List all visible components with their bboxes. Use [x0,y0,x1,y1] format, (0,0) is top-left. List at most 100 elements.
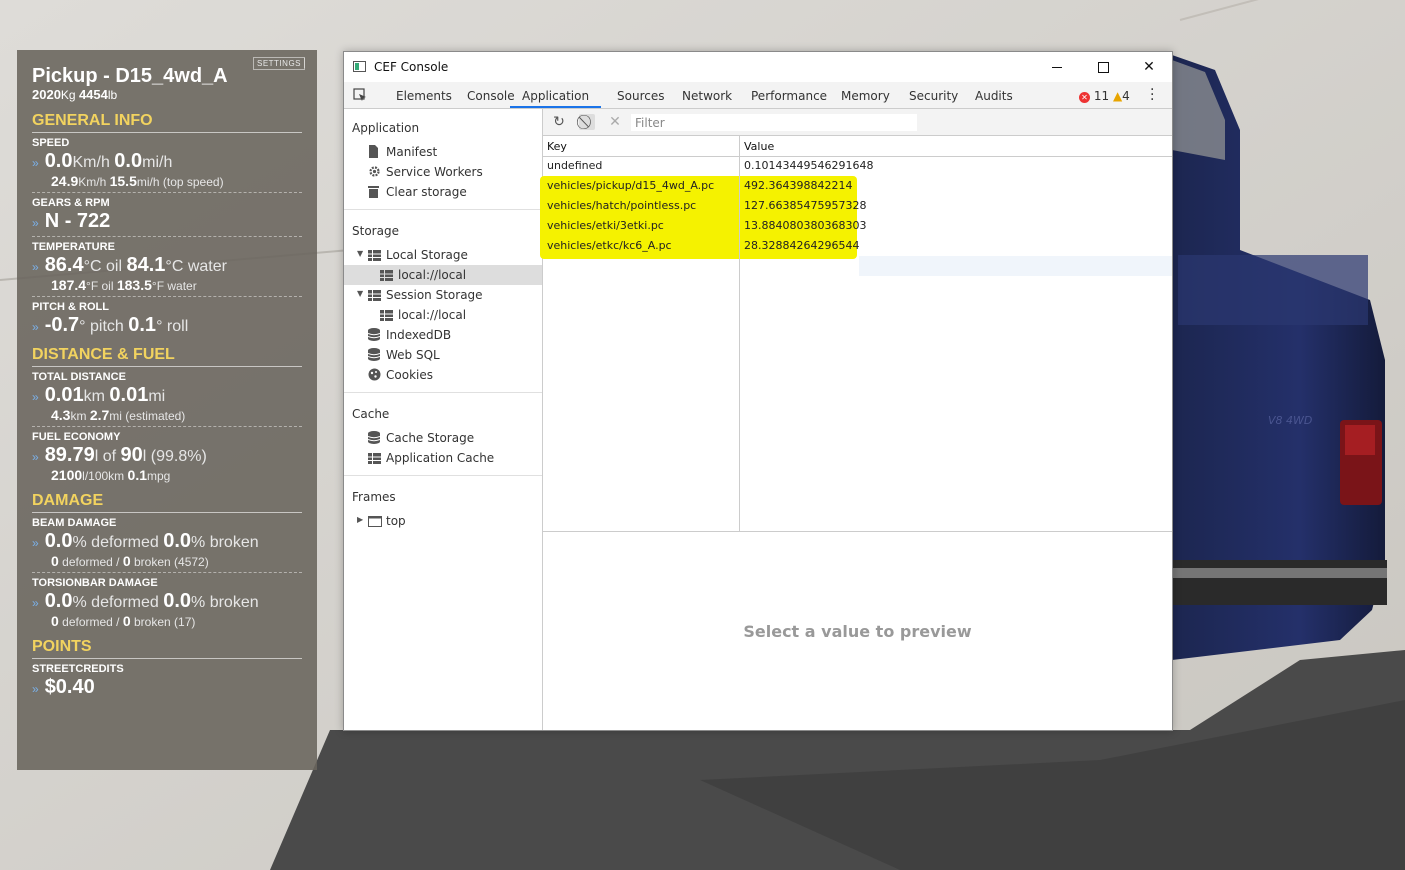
chevron-icon: » [32,156,39,170]
total-distance-item: TOTAL DISTANCE » 0.01km 0.01mi 4.3km 2.7m… [32,371,302,427]
sidebar-item-clear-storage[interactable]: Clear storage [368,182,467,202]
temperature-item: TEMPERATURE » 86.4°C oil 84.1°C water 187… [32,241,302,297]
tab-application[interactable]: Application [510,82,602,108]
sidebar-header-cache: Cache [352,407,390,421]
sidebar-item-local-storage-origin[interactable]: local://local [344,265,542,285]
tab-audits[interactable]: Audits [975,82,1013,108]
more-options-icon[interactable]: · · · [1150,83,1154,107]
clear-all-icon[interactable]: ⃠ [579,114,595,130]
app-icon [353,61,366,72]
tab-console[interactable]: Console [467,82,515,108]
tab-sources[interactable]: Sources [617,82,664,108]
storage-toolbar: ↻ ⃠ ✕ [543,109,1172,136]
sidebar-item-frame-top[interactable]: top [368,511,406,531]
chevron-icon: » [32,320,39,334]
sidebar-item-indexeddb[interactable]: IndexedDB [367,325,451,345]
empty-row [859,256,1172,276]
sidebar-item-cookies[interactable]: Cookies [368,365,433,385]
sidebar-item-session-storage[interactable]: Session Storage [368,285,483,305]
section-general-info: GENERAL INFO [32,112,302,133]
divider [344,392,542,393]
sidebar-item-application-cache[interactable]: Application Cache [368,448,494,468]
database-icon [367,347,381,361]
table-icon [368,247,381,261]
value-preview-pane: Select a value to preview [543,531,1172,730]
chevron-icon: » [32,536,39,550]
torsionbar-damage-item: TORSIONBAR DAMAGE » 0.0% deformed 0.0% br… [32,577,259,629]
chevron-icon: » [32,596,39,610]
table-row[interactable]: vehicles/hatch/pointless.pc 127.663854759… [543,196,1172,216]
warning-icon: ▲ [1112,89,1123,103]
preview-placeholder: Select a value to preview [743,622,972,641]
collapse-arrow-icon[interactable]: ▶ [357,515,363,524]
trash-icon [368,184,381,198]
section-distance-fuel: DISTANCE & FUEL [32,346,302,367]
sidebar-item-manifest[interactable]: Manifest [368,142,437,162]
expand-arrow-icon[interactable]: ▼ [357,249,363,258]
document-icon [368,144,381,158]
cookie-icon [368,367,381,381]
sidebar-item-websql[interactable]: Web SQL [367,345,440,365]
error-count: 11 [1093,89,1110,103]
expand-arrow-icon[interactable]: ▼ [357,289,363,298]
storage-table: Key Value undefined 0.10143449546291648 v… [540,136,1172,532]
column-header-key[interactable]: Key [547,140,567,153]
panel-resize-handle[interactable] [304,58,307,68]
refresh-icon[interactable]: ↻ [551,114,567,130]
storage-pane: ↻ ⃠ ✕ Key Value undefined0.1014344954629… [540,109,1172,730]
database-icon [367,327,381,341]
table-icon [368,287,381,301]
divider [344,209,542,210]
frame-icon [368,513,382,527]
cef-console-window: CEF Console ✕ Elements Console Applicati… [343,51,1173,731]
gear-icon [368,164,381,177]
sidebar-header-frames: Frames [352,490,396,504]
minimize-button[interactable] [1034,52,1080,82]
delete-selected-icon[interactable]: ✕ [607,114,623,130]
error-warning-counter[interactable]: ✕ 11 ▲4 [1079,89,1130,103]
table-icon [380,307,393,321]
settings-button[interactable]: SETTINGS [253,57,306,70]
title-bar[interactable]: CEF Console ✕ [344,52,1172,82]
sidebar-item-local-storage[interactable]: Local Storage [368,245,468,265]
sidebar-item-service-workers[interactable]: Service Workers [368,162,483,182]
svg-text:V8 4WD: V8 4WD [1268,414,1312,427]
tab-security[interactable]: Security [909,82,958,108]
tab-performance[interactable]: Performance [751,82,827,108]
fuel-economy-item: FUEL ECONOMY » 89.79l of 90l (99.8%) 2100… [32,431,207,483]
application-sidebar: Application Manifest Service Workers Cle… [344,109,543,730]
tab-memory[interactable]: Memory [841,82,890,108]
column-header-value[interactable]: Value [744,140,774,153]
vehicle-info-panel: SETTINGS Pickup - D15_4wd_A 2020Kg 4454l… [17,50,317,770]
sidebar-item-session-storage-origin[interactable]: local://local [380,305,466,325]
devtools-tab-bar: Elements Console Application Sources Net… [344,82,1172,109]
divider [344,475,542,476]
sidebar-header-application: Application [352,121,420,135]
table-row[interactable]: vehicles/pickup/d15_4wd_A.pc 492.36439884… [543,176,1172,196]
tab-network[interactable]: Network [682,82,732,108]
table-row[interactable]: vehicles/etkc/kc6_A.pc 28.32884264296544 [543,236,1172,256]
column-divider[interactable] [739,136,740,531]
table-row[interactable]: undefined 0.10143449546291648 [543,156,1172,176]
chevron-icon: » [32,260,39,274]
inspect-element-icon[interactable] [353,88,367,102]
maximize-button[interactable] [1080,52,1126,82]
error-icon: ✕ [1079,92,1090,103]
vehicle-mass: 2020Kg 4454lb [32,87,118,103]
table-icon [380,267,393,281]
table-icon [368,450,381,464]
warning-count: 4 [1122,89,1130,103]
table-header: Key Value [543,136,1172,157]
chevron-icon: » [32,682,39,696]
tab-elements[interactable]: Elements [396,82,452,108]
gears-item: GEARS & RPM » N - 722 [32,197,302,237]
window-title: CEF Console [374,60,449,74]
pitch-roll-item: PITCH & ROLL » -0.7° pitch 0.1° roll [32,301,189,336]
sidebar-header-storage: Storage [352,224,399,238]
sidebar-item-cache-storage[interactable]: Cache Storage [367,428,474,448]
close-button[interactable]: ✕ [1126,52,1172,82]
database-icon [367,430,381,444]
filter-input[interactable] [631,114,917,131]
chevron-icon: » [32,390,39,404]
table-row[interactable]: vehicles/etki/3etki.pc 13.884080380368303 [543,216,1172,236]
